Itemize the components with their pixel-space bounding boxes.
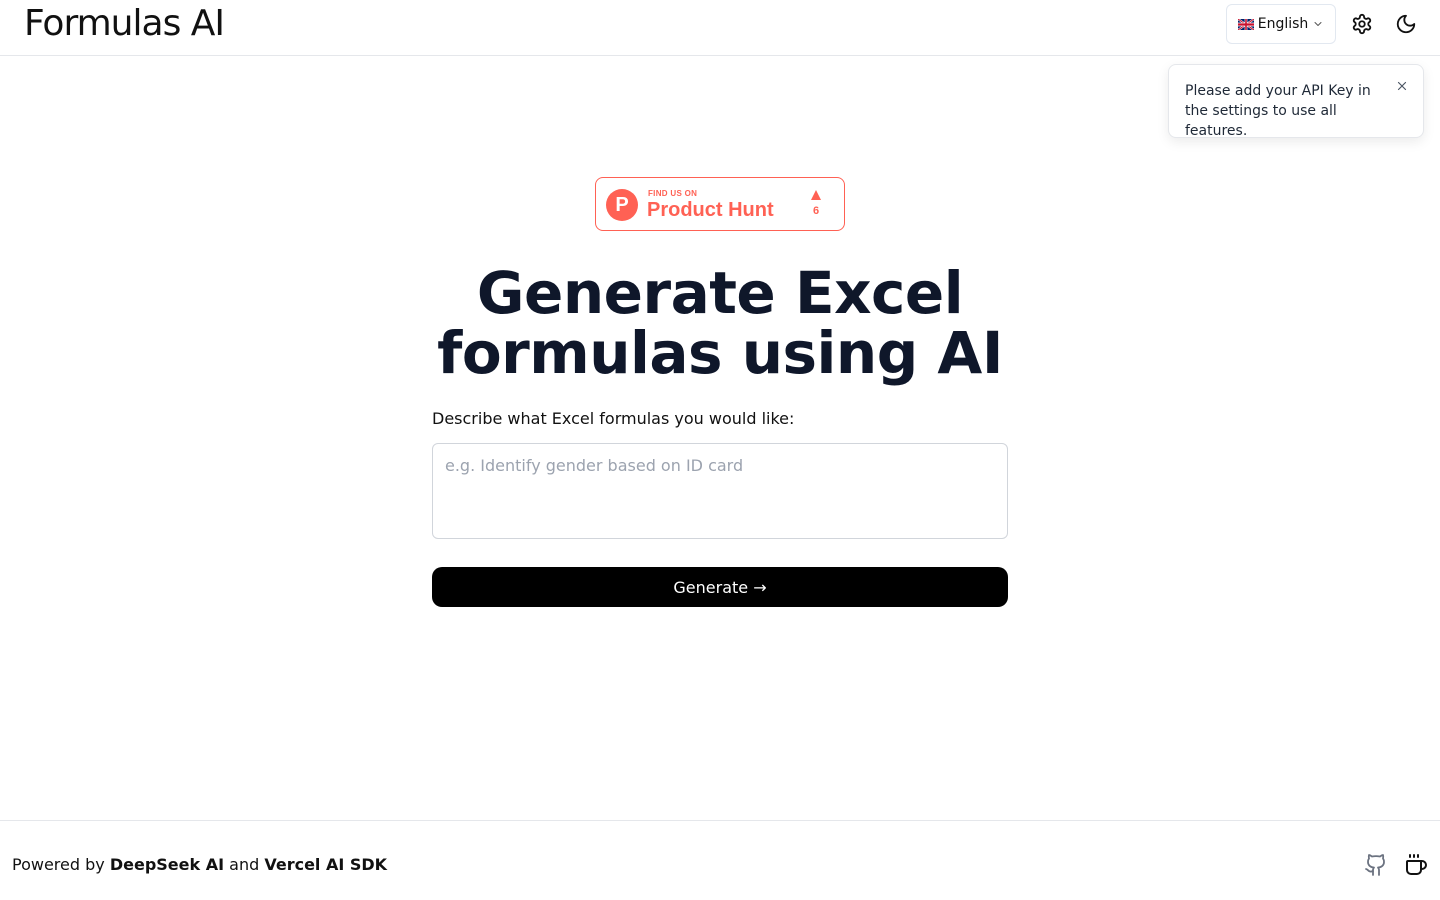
moon-icon	[1396, 14, 1416, 34]
upvote-arrow-icon	[811, 190, 821, 200]
github-icon[interactable]	[1364, 853, 1388, 877]
uk-flag-icon	[1237, 18, 1254, 30]
product-hunt-name: Product Hunt	[647, 199, 774, 221]
header: Formulas AI English	[0, 0, 1440, 56]
footer: Powered by DeepSeek AI and Vercel AI SDK	[0, 820, 1440, 900]
language-select[interactable]: English	[1226, 4, 1336, 44]
deepseek-link[interactable]: DeepSeek AI	[110, 855, 224, 874]
api-key-toast: Please add your API Key in the settings …	[1168, 64, 1424, 139]
vercel-link[interactable]: Vercel AI SDK	[264, 855, 387, 874]
toast-message: Please add your API Key in the settings …	[1185, 83, 1371, 139]
brand-title[interactable]: Formulas AI	[24, 2, 225, 46]
language-select-value: English	[1257, 16, 1309, 32]
chevron-down-icon	[1314, 22, 1322, 26]
footer-credits: Powered by DeepSeek AI and Vercel AI SDK	[12, 854, 387, 876]
prompt-label: Describe what Excel formulas you would l…	[432, 409, 795, 428]
close-icon[interactable]	[1395, 79, 1409, 93]
page: Formulas AI English Please add your API …	[0, 0, 1440, 900]
hero-title: Generate Excel formulas using AI	[437, 259, 1003, 387]
theme-toggle-button[interactable]	[1394, 12, 1418, 36]
coffee-icon[interactable]	[1404, 853, 1428, 877]
product-hunt-logo-icon: P	[606, 189, 638, 221]
settings-button[interactable]	[1350, 12, 1374, 36]
product-hunt-tagline: FIND US ON	[648, 189, 698, 198]
footer-and: and	[224, 855, 265, 874]
generate-button[interactable]: Generate →	[432, 567, 1008, 607]
product-hunt-votes: 6	[808, 188, 824, 217]
footer-prefix: Powered by	[12, 855, 110, 874]
prompt-input[interactable]	[432, 443, 1008, 539]
gear-icon	[1352, 13, 1372, 35]
product-hunt-badge[interactable]: P FIND US ON Product Hunt 6	[595, 177, 845, 231]
vote-count: 6	[812, 205, 820, 217]
